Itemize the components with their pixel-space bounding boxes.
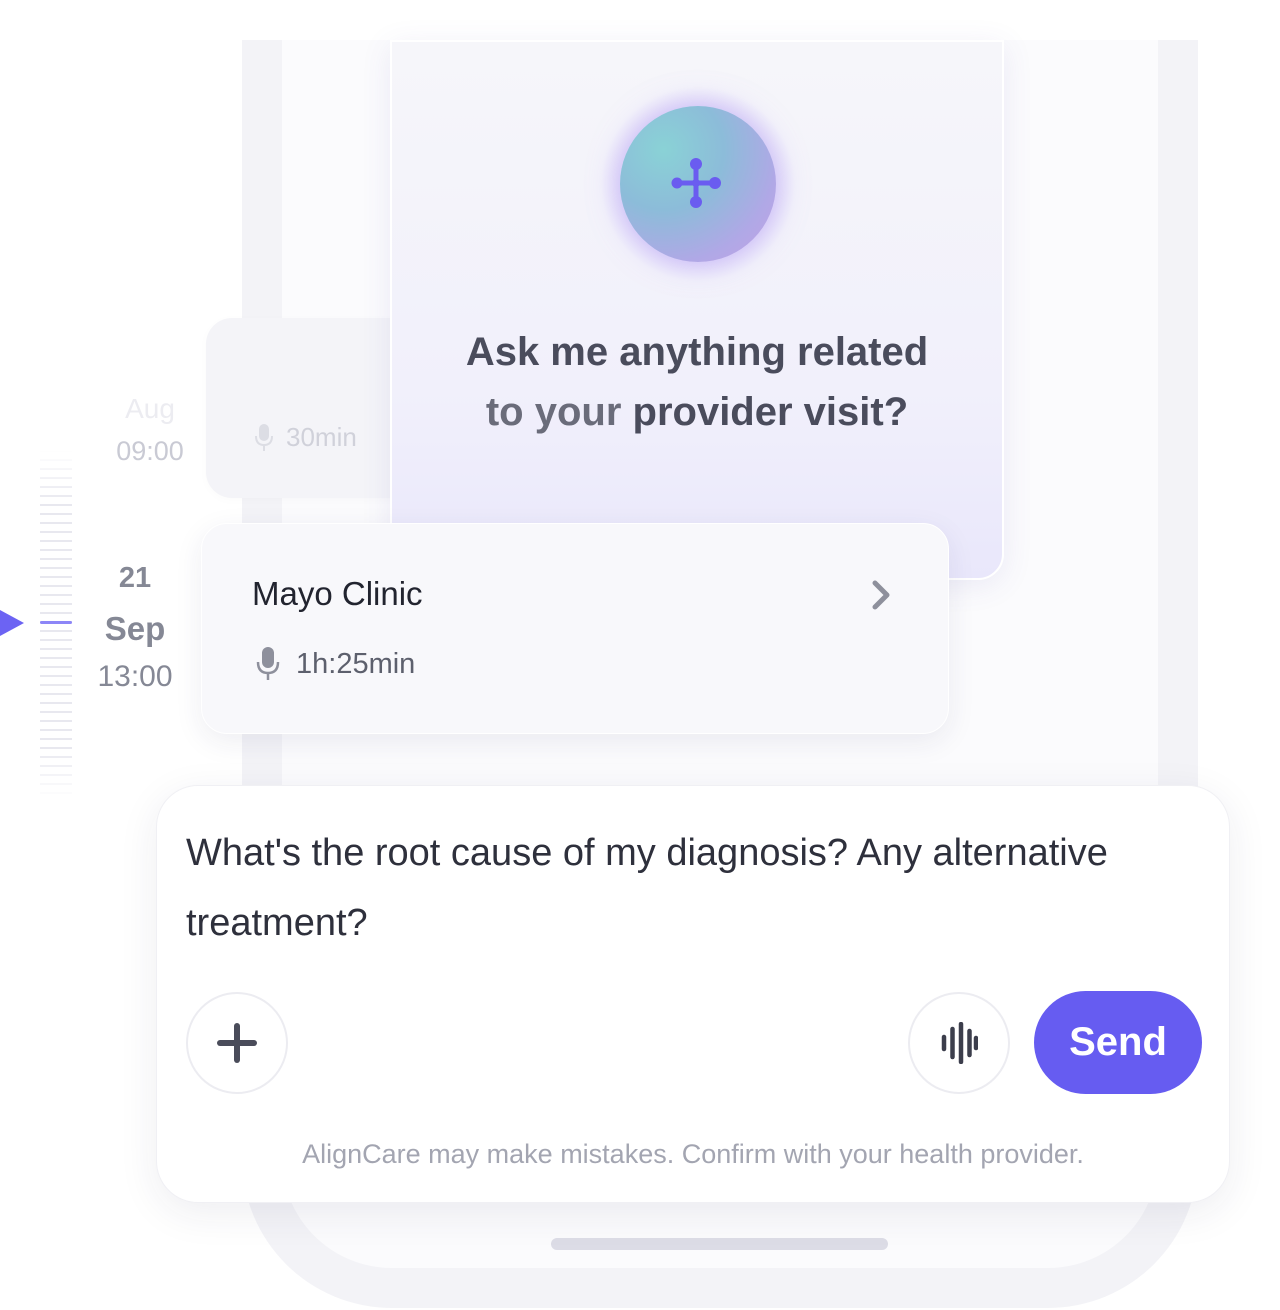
ai-prompt-line1: Ask me anything related xyxy=(465,330,929,374)
previous-visit-time: 09:00 xyxy=(116,436,184,466)
ai-prompt-heading: Ask me anything related to your provider… xyxy=(400,322,994,442)
ai-disclaimer: AlignCare may make mistakes. Confirm wit… xyxy=(302,1139,1084,1169)
visit-provider-name: Mayo Clinic xyxy=(252,575,423,612)
previous-visit-duration: 30min xyxy=(254,422,357,453)
send-button[interactable]: Send xyxy=(1034,991,1202,1094)
ai-prompt-line2-emphasis: provider visit? xyxy=(632,390,909,434)
current-visit-date: 21 Sep 13:00 xyxy=(85,558,185,697)
voice-waveform-icon xyxy=(941,1022,978,1064)
voice-input-button[interactable] xyxy=(908,992,1010,1094)
current-visit-card[interactable] xyxy=(201,523,949,734)
plus-icon xyxy=(217,1023,257,1063)
previous-visit-date: Aug 09:00 xyxy=(100,392,200,468)
current-visit-time: 13:00 xyxy=(97,660,173,693)
previous-visit-duration-text: 30min xyxy=(286,422,357,452)
current-visit-duration: 1h:25min xyxy=(256,645,415,683)
timeline-pointer-icon xyxy=(0,610,24,636)
current-visit-day: 21 xyxy=(118,562,152,594)
ai-prompt-line2-lead: to your xyxy=(485,390,633,434)
ai-assistant-orb[interactable] xyxy=(620,106,776,262)
timeline-active-tick xyxy=(40,621,72,624)
home-indicator[interactable] xyxy=(551,1238,888,1250)
chat-message-input[interactable]: What's the root cause of my diagnosis? A… xyxy=(186,818,1196,958)
current-visit-month: Sep xyxy=(104,610,166,647)
chevron-right-icon[interactable] xyxy=(868,578,894,617)
microphone-icon xyxy=(255,423,273,451)
current-visit-duration-text: 1h:25min xyxy=(296,648,416,680)
care-network-icon xyxy=(671,158,721,208)
timeline-ruler[interactable] xyxy=(40,450,72,800)
attach-button[interactable] xyxy=(186,992,288,1094)
previous-visit-month: Aug xyxy=(125,393,175,424)
microphone-icon xyxy=(256,647,280,680)
ai-prompt-line2: to your provider visit? xyxy=(400,382,994,442)
